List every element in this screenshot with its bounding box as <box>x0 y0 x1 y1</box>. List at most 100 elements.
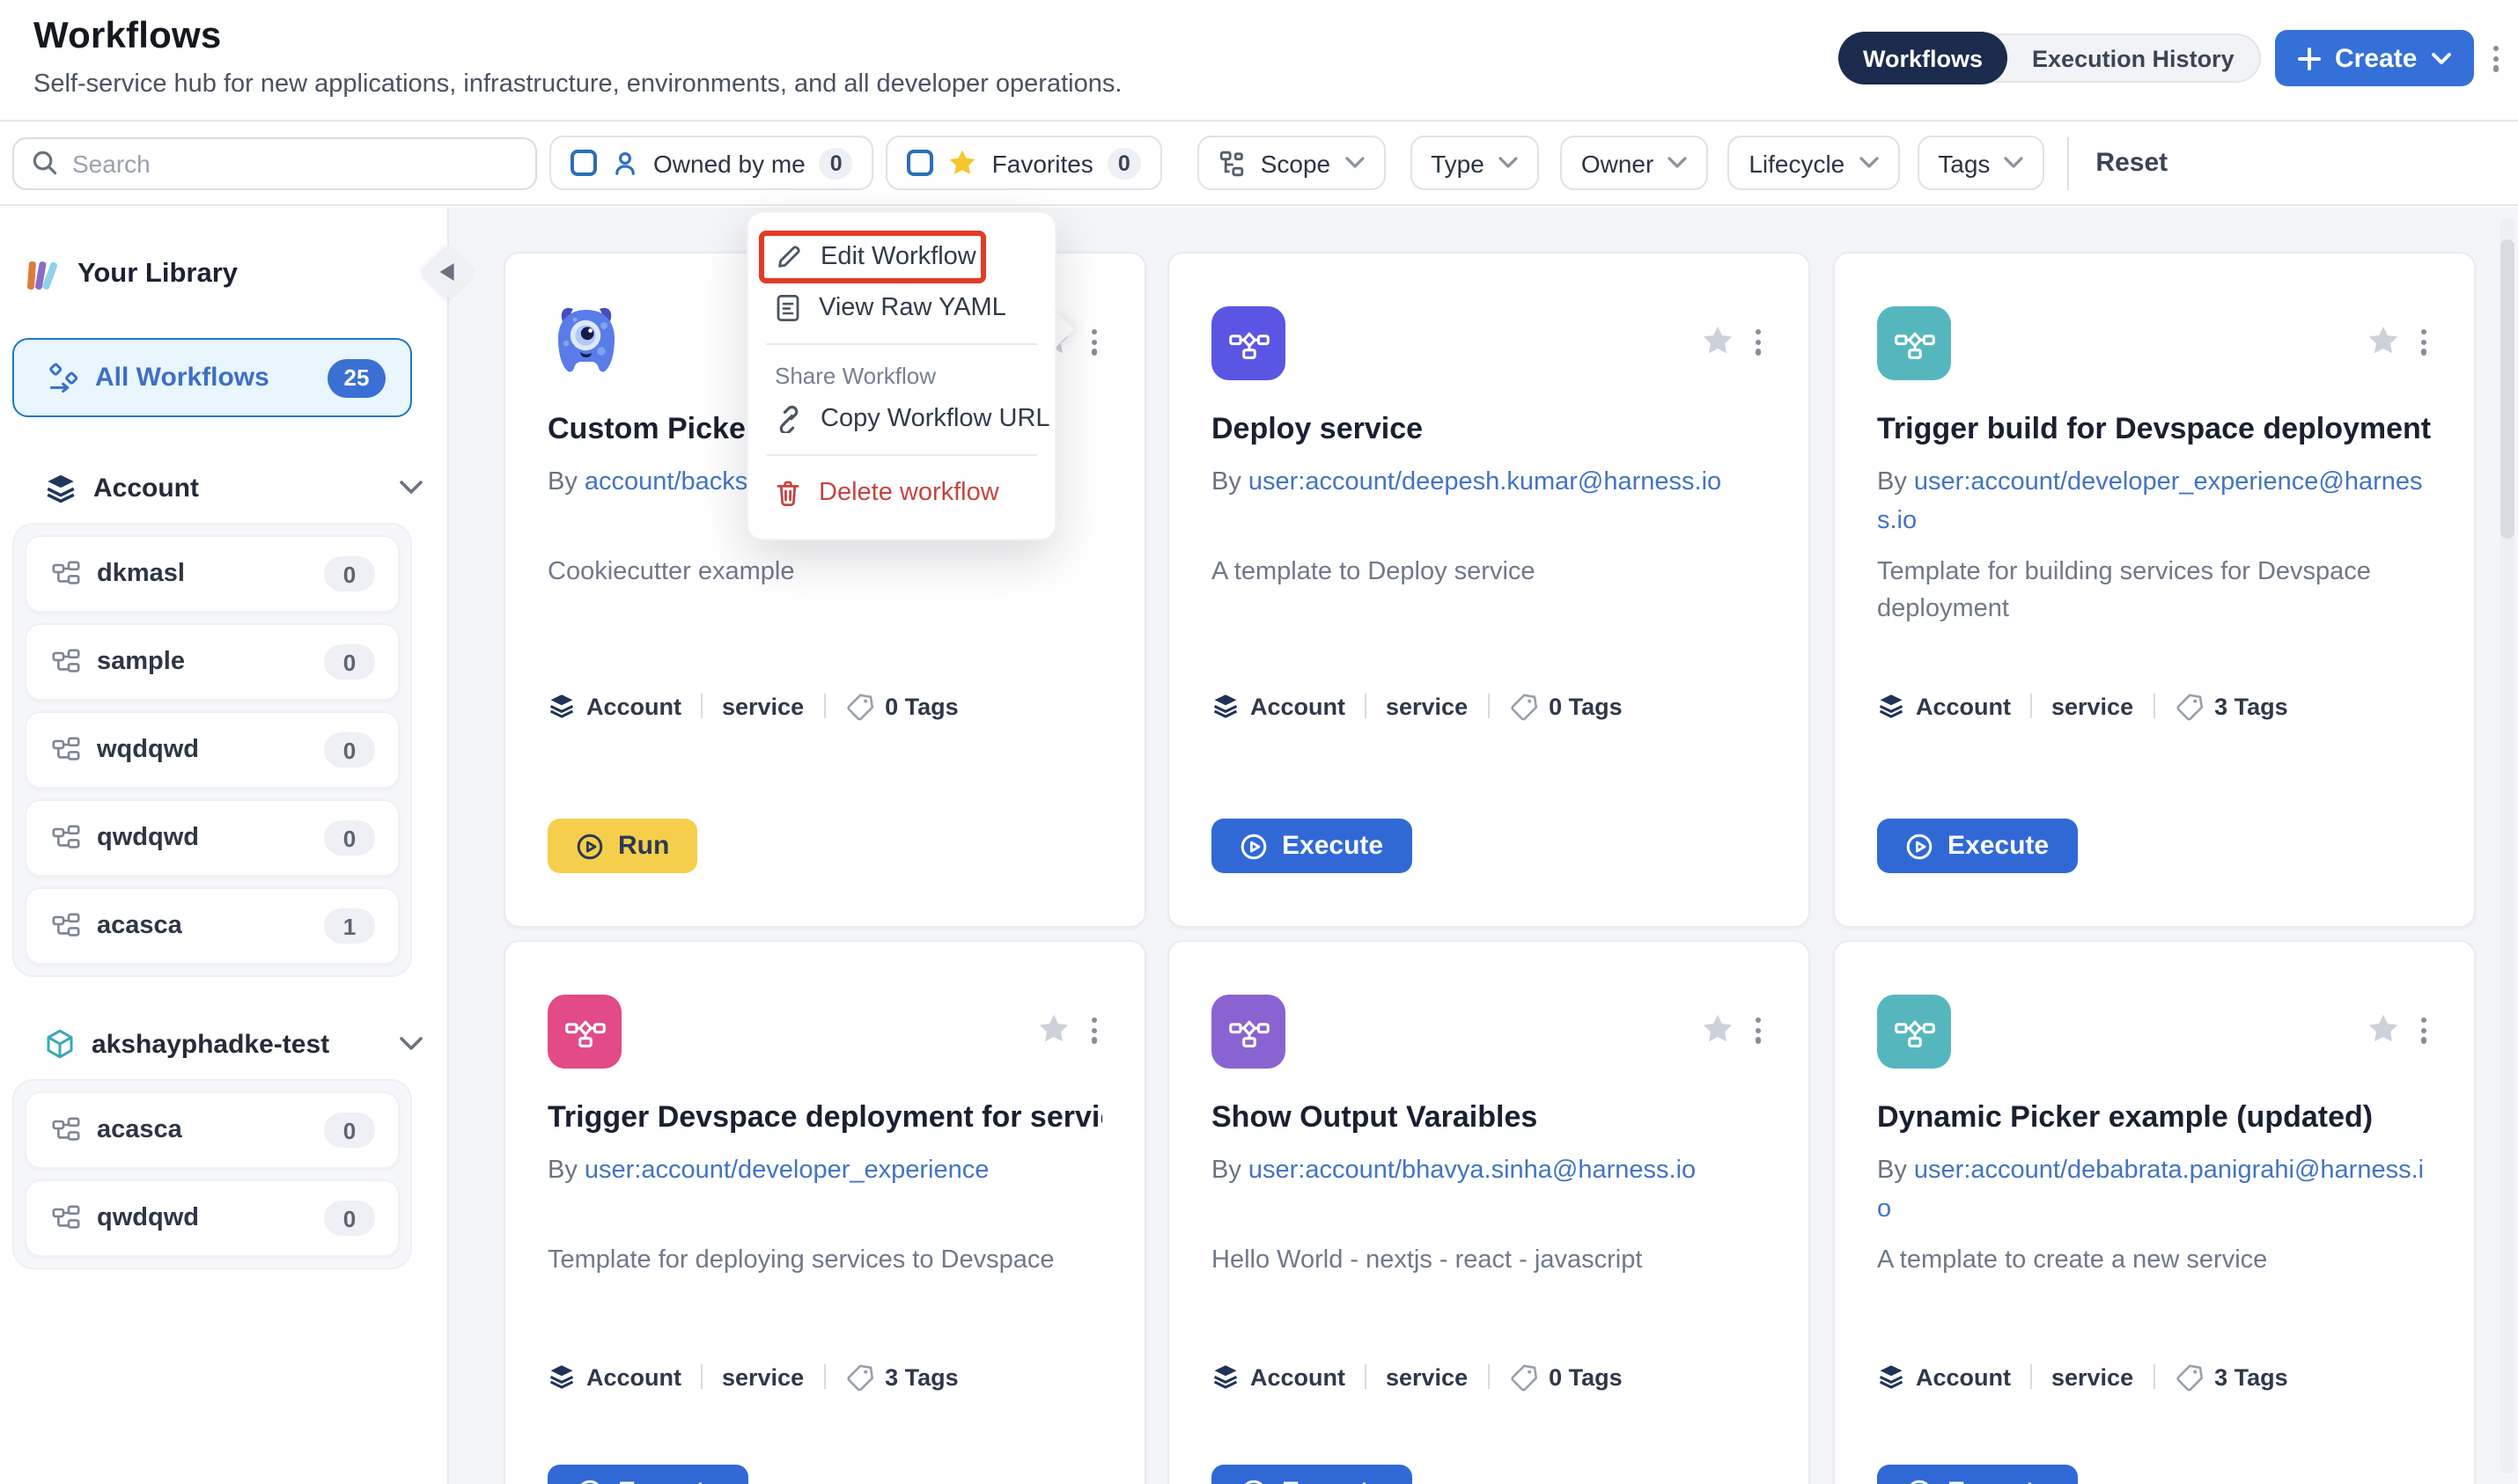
create-button[interactable]: Create <box>2275 30 2473 86</box>
card-footer: Account service 0 Tags <box>1211 1361 1766 1392</box>
tag-icon <box>1508 1362 1538 1392</box>
scrollbar[interactable] <box>2500 218 2514 1473</box>
menu-item-copy-workflow-url[interactable]: Copy Workflow URL <box>748 393 1055 444</box>
page-body: Your Library All Workflows 25 Account <box>0 208 2518 1484</box>
filter-dropdown-tags[interactable]: Tags <box>1917 136 2044 190</box>
sidebar-item-label: acasca <box>97 912 308 940</box>
chevron-down-icon <box>1668 157 1687 169</box>
execute-button[interactable]: Execute <box>548 1465 747 1484</box>
card-action-row: Execute <box>548 1465 1102 1484</box>
execute-button[interactable]: Execute <box>1877 1465 2077 1484</box>
card-kebab-menu[interactable] <box>1747 1012 1770 1048</box>
filter-dropdown-type[interactable]: Type <box>1410 136 1539 190</box>
favorites-checkbox[interactable] <box>908 150 934 176</box>
sidebar-item-all-workflows[interactable]: All Workflows 25 <box>12 338 412 417</box>
filter-label: Owner <box>1581 149 1653 177</box>
search-input[interactable] <box>72 149 518 177</box>
workflow-group-icon <box>51 1203 81 1233</box>
favorite-star-icon[interactable] <box>1701 1012 1734 1046</box>
reset-filters-button[interactable]: Reset <box>2095 148 2168 178</box>
author-link[interactable]: user:account/developer_experience <box>585 1157 989 1185</box>
filter-dropdown-owner[interactable]: Owner <box>1560 136 1708 190</box>
author-link[interactable]: user:account/developer_experience@harnes… <box>1877 468 2423 535</box>
card-type: service <box>722 1363 804 1390</box>
card-kebab-menu[interactable] <box>1747 324 1770 360</box>
sidebar-item-label: wqdqwd <box>97 736 308 764</box>
divider <box>2030 1364 2032 1389</box>
card-kebab-menu[interactable] <box>1083 324 1106 360</box>
divider <box>1365 694 1366 718</box>
favorite-star-icon[interactable] <box>2367 324 2400 357</box>
execute-button[interactable]: Execute <box>1211 1465 1411 1484</box>
sidebar-group-header-akshayphadke-test[interactable]: akshayphadke-test <box>44 1023 423 1065</box>
card-scope: Account <box>586 1363 681 1390</box>
play-circle-icon <box>1240 1478 1268 1484</box>
chevron-down-icon <box>400 1037 423 1051</box>
menu-item-view-raw-yaml[interactable]: View Raw YAML <box>748 282 1055 333</box>
tab-execution-history[interactable]: Execution History <box>2007 33 2259 83</box>
scrollbar-thumb[interactable] <box>2500 239 2514 539</box>
tag-icon <box>2174 1362 2204 1392</box>
favorite-star-icon[interactable] <box>1037 1012 1071 1046</box>
tab-workflows[interactable]: Workflows <box>1838 32 2007 84</box>
sidebar-group-title: Account <box>93 473 384 503</box>
sidebar-item-label: qwdqwd <box>97 824 308 852</box>
sidebar-item-qwdqwd[interactable]: qwdqwd0 <box>25 1179 400 1257</box>
favorite-star-icon[interactable] <box>1701 324 1734 357</box>
card-kebab-menu[interactable] <box>2412 1012 2435 1048</box>
execute-button[interactable]: Execute <box>1877 819 2077 873</box>
layers-icon <box>1211 692 1240 720</box>
sidebar-item-count: 0 <box>324 820 375 856</box>
workflow-context-menu: Edit Workflow View Raw YAML Share Workfl… <box>747 211 1057 540</box>
sidebar-item-qwdqwd[interactable]: qwdqwd 0 <box>25 799 400 877</box>
sidebar-item-label: dkmasl <box>97 560 308 588</box>
menu-item-edit-workflow[interactable]: Edit Workflow <box>748 231 1055 282</box>
header-kebab-menu[interactable] <box>2488 40 2504 77</box>
sidebar-group-header-Account[interactable]: Account <box>44 467 423 509</box>
person-icon <box>611 149 639 177</box>
tag-icon <box>1508 691 1538 721</box>
card-action-row: Execute <box>1877 819 2432 873</box>
sidebar-item-wqdqwd[interactable]: wqdqwd0 <box>25 711 400 789</box>
sidebar-item-label: All Workflows <box>95 363 310 393</box>
menu-divider <box>766 343 1037 345</box>
card-title: Deploy service <box>1211 410 1766 449</box>
card-type: service <box>2051 1363 2133 1390</box>
sidebar-item-acasca[interactable]: acasca0 <box>25 1091 400 1169</box>
execute-button[interactable]: Execute <box>1211 819 1411 873</box>
owned-by-me-filter[interactable]: Owned by me 0 <box>549 136 874 190</box>
chevron-down-icon <box>400 481 423 495</box>
cube-icon <box>44 1028 76 1060</box>
menu-divider <box>766 454 1037 456</box>
sidebar-item-sample[interactable]: sample0 <box>25 623 400 701</box>
sidebar-group-title: akshayphadke-test <box>92 1029 384 1059</box>
sidebar-item-dkmasl[interactable]: dkmasl0 <box>25 535 400 613</box>
author-link[interactable]: user:account/deepesh.kumar@harness.io <box>1248 468 1721 496</box>
card-tags-count: 3 Tags <box>2214 1363 2288 1390</box>
author-link[interactable]: user:account/bhavya.sinha@harness.io <box>1248 1157 1696 1185</box>
divider <box>2067 136 2069 189</box>
card-title: Trigger build for Devspace deployment <box>1877 410 2432 449</box>
workflow-group-icon <box>51 735 81 765</box>
library-header: Your Library <box>23 252 447 298</box>
filter-dropdown-scope[interactable]: Scope <box>1197 136 1385 190</box>
filter-label: Type <box>1431 149 1484 177</box>
author-link[interactable]: user:account/debabrata.panigrahi@harness… <box>1877 1157 2424 1223</box>
search-box <box>12 136 537 189</box>
card-kebab-menu[interactable] <box>2412 324 2435 360</box>
filter-dropdown-lifecycle[interactable]: Lifecycle <box>1727 136 1899 190</box>
all-workflows-count-badge: 25 <box>328 358 386 397</box>
sidebar-item-acasca[interactable]: acasca1 <box>25 887 400 965</box>
card-description: Hello World - nextjs - react - javascrip… <box>1211 1243 1766 1324</box>
filter-bar: Owned by me 0 Favorites 0 Scope Type Owner… <box>0 121 2518 206</box>
card-kebab-menu[interactable] <box>1083 1012 1106 1048</box>
menu-item-label: Copy Workflow URL <box>821 404 1050 432</box>
favorite-star-icon[interactable] <box>2367 1012 2400 1046</box>
run-button[interactable]: Run <box>548 819 697 873</box>
owned-by-me-checkbox[interactable] <box>571 150 597 176</box>
favorites-filter[interactable]: Favorites 0 <box>887 136 1162 190</box>
card-scope: Account <box>1250 1363 1345 1390</box>
play-circle-icon <box>576 832 604 860</box>
owned-by-me-count: 0 <box>820 147 853 179</box>
menu-item-delete-workflow[interactable]: Delete workflow <box>748 467 1055 518</box>
